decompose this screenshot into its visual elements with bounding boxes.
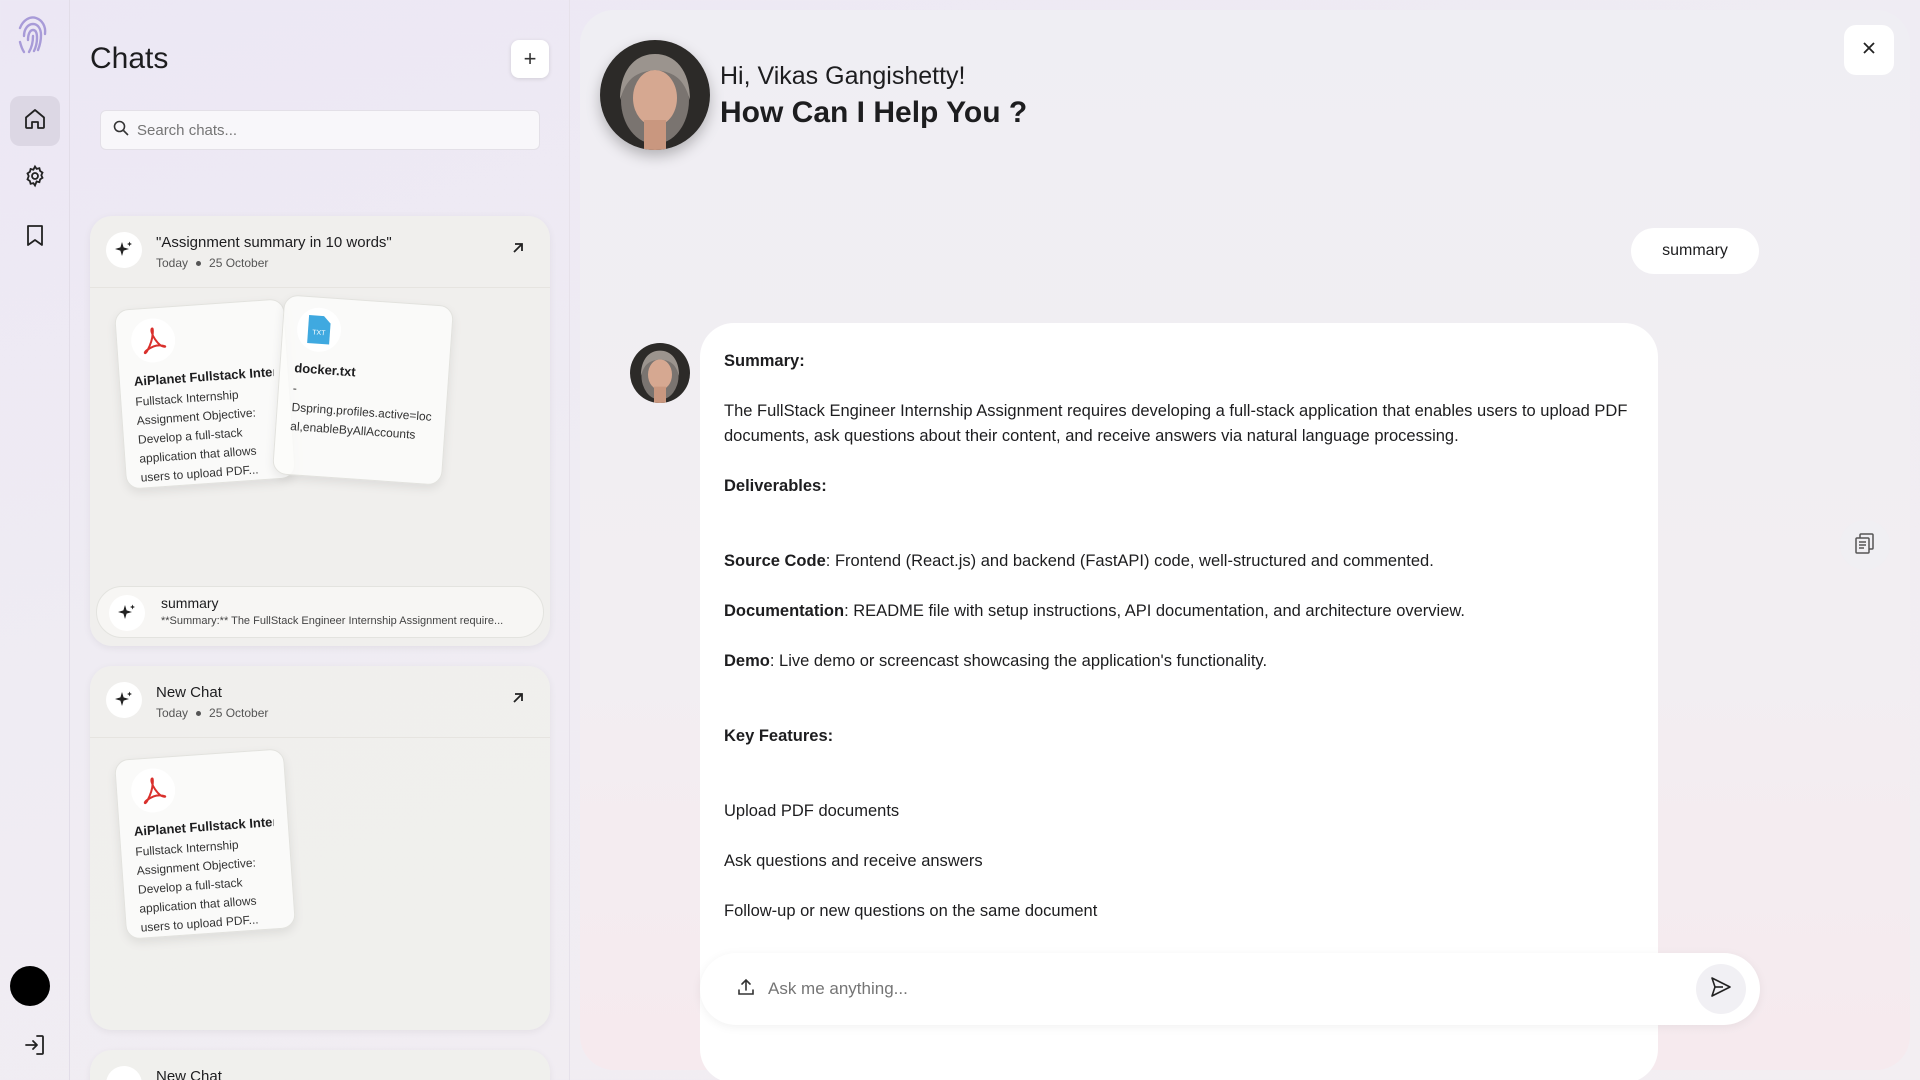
message-composer [700, 953, 1760, 1025]
user-message-bubble: summary [1631, 228, 1759, 274]
sparkle-icon [106, 1066, 142, 1080]
chats-panel: Chats + "Assignment summary in 10 words"… [70, 0, 570, 1080]
pdf-icon [129, 767, 177, 814]
search-input[interactable] [137, 121, 517, 139]
deliverable-label: Source Code [724, 552, 826, 570]
chat-date-label: Today [156, 256, 189, 270]
close-button[interactable] [1844, 25, 1894, 75]
chat-date: 25 October [209, 256, 269, 270]
arrow-up-right-icon [510, 240, 526, 261]
settings-nav-button[interactable] [10, 153, 60, 203]
svg-text:TXT: TXT [312, 329, 326, 337]
deliverable-text: : README file with setup instructions, A… [844, 602, 1465, 620]
meta-separator-dot [196, 710, 202, 716]
logout-button[interactable] [18, 1030, 52, 1064]
chat-card[interactable]: New Chat Today 25 October AiPlanet Fulls… [90, 666, 550, 1030]
search-box [100, 110, 540, 150]
document-card[interactable]: TXT docker.txt - Dspring.profiles.active… [271, 294, 455, 486]
chat-card-title: New Chat [156, 1068, 222, 1080]
copy-icon [1853, 531, 1877, 560]
headline-text: How Can I Help You ? [720, 96, 1028, 129]
fingerprint-logo-icon[interactable] [14, 12, 52, 56]
message-input[interactable] [768, 979, 1648, 999]
deliverable-label: Documentation [724, 602, 845, 620]
send-button[interactable] [1696, 964, 1746, 1014]
sparkle-icon [109, 595, 145, 631]
feature-item: Ask questions and receive answers [724, 852, 983, 870]
chats-title: Chats [90, 42, 169, 75]
document-preview: - Dspring.profiles.active=loc al,enableB… [289, 381, 433, 442]
chat-prompt-row[interactable]: summary **Summary:** The FullStack Engin… [96, 586, 544, 638]
document-card[interactable]: AiPlanet Fullstack Intern... Fullstack I… [113, 748, 297, 940]
search-icon [113, 120, 129, 141]
upload-icon [736, 977, 756, 1002]
sparkle-icon [106, 682, 142, 718]
chat-card-meta: Today 25 October [156, 706, 268, 720]
bookmark-icon [24, 223, 46, 252]
deliverable-item: Source Code: Frontend (React.js) and bac… [724, 549, 1634, 574]
bookmarks-nav-button[interactable] [10, 212, 60, 262]
deliverable-item: Documentation: README file with setup in… [724, 599, 1634, 624]
deliverable-text: : Frontend (React.js) and backend (FastA… [825, 552, 1434, 570]
deliverable-item: Demo: Live demo or screencast showcasing… [724, 649, 1634, 674]
icon-rail [0, 0, 70, 1080]
document-preview: Fullstack Internship Assignment Objectiv… [134, 837, 259, 935]
gear-icon [23, 164, 47, 193]
chat-card[interactable]: New Chat [90, 1050, 550, 1080]
feature-item: Follow-up or new questions on the same d… [724, 902, 1098, 920]
pdf-icon [129, 317, 177, 364]
greeting-text: Hi, Vikas Gangishetty! [720, 62, 966, 90]
chat-main-area: Hi, Vikas Gangishetty! How Can I Help Yo… [580, 10, 1910, 1080]
chat-card-title: New Chat [156, 684, 222, 701]
chat-card-meta: Today 25 October [156, 256, 268, 270]
chat-date: 25 October [209, 706, 269, 720]
deliverables-heading: Deliverables: [724, 477, 827, 495]
txt-file-icon: TXT [295, 306, 343, 354]
assistant-avatar-small [630, 343, 690, 403]
copy-button[interactable] [1840, 520, 1890, 570]
new-chat-button[interactable]: + [511, 40, 549, 78]
send-icon [1709, 975, 1733, 1004]
chat-date-label: Today [156, 706, 189, 720]
close-icon [1861, 40, 1877, 61]
assistant-avatar [600, 40, 710, 150]
prompt-preview: **Summary:** The FullStack Engineer Inte… [161, 615, 504, 627]
open-chat-button[interactable] [500, 232, 536, 268]
document-card[interactable]: AiPlanet Fullstack Intern... Fullstack I… [113, 298, 297, 490]
home-icon [23, 107, 47, 136]
prompt-title: summary [161, 595, 219, 611]
open-chat-button[interactable] [500, 682, 536, 718]
upload-button[interactable] [734, 977, 758, 1001]
chat-card-title: "Assignment summary in 10 words" [156, 234, 392, 251]
deliverable-text: : Live demo or screencast showcasing the… [769, 652, 1268, 670]
summary-text: The FullStack Engineer Internship Assign… [724, 402, 1628, 445]
user-avatar[interactable] [10, 966, 50, 1006]
chat-card-header: New Chat Today 25 October [90, 666, 550, 738]
chat-card[interactable]: "Assignment summary in 10 words" Today 2… [90, 216, 550, 646]
logout-icon [23, 1033, 47, 1062]
features-heading: Key Features: [724, 727, 834, 745]
summary-heading: Summary: [724, 352, 805, 370]
home-nav-button[interactable] [10, 96, 60, 146]
feature-item: Upload PDF documents [724, 802, 900, 820]
chat-card-header: "Assignment summary in 10 words" Today 2… [90, 216, 550, 288]
sparkle-icon [106, 232, 142, 268]
deliverable-label: Demo [724, 652, 770, 670]
document-preview: Fullstack Internship Assignment Objectiv… [134, 387, 259, 485]
arrow-up-right-icon [510, 690, 526, 711]
chat-card-header: New Chat [90, 1050, 550, 1080]
meta-separator-dot [196, 260, 202, 266]
